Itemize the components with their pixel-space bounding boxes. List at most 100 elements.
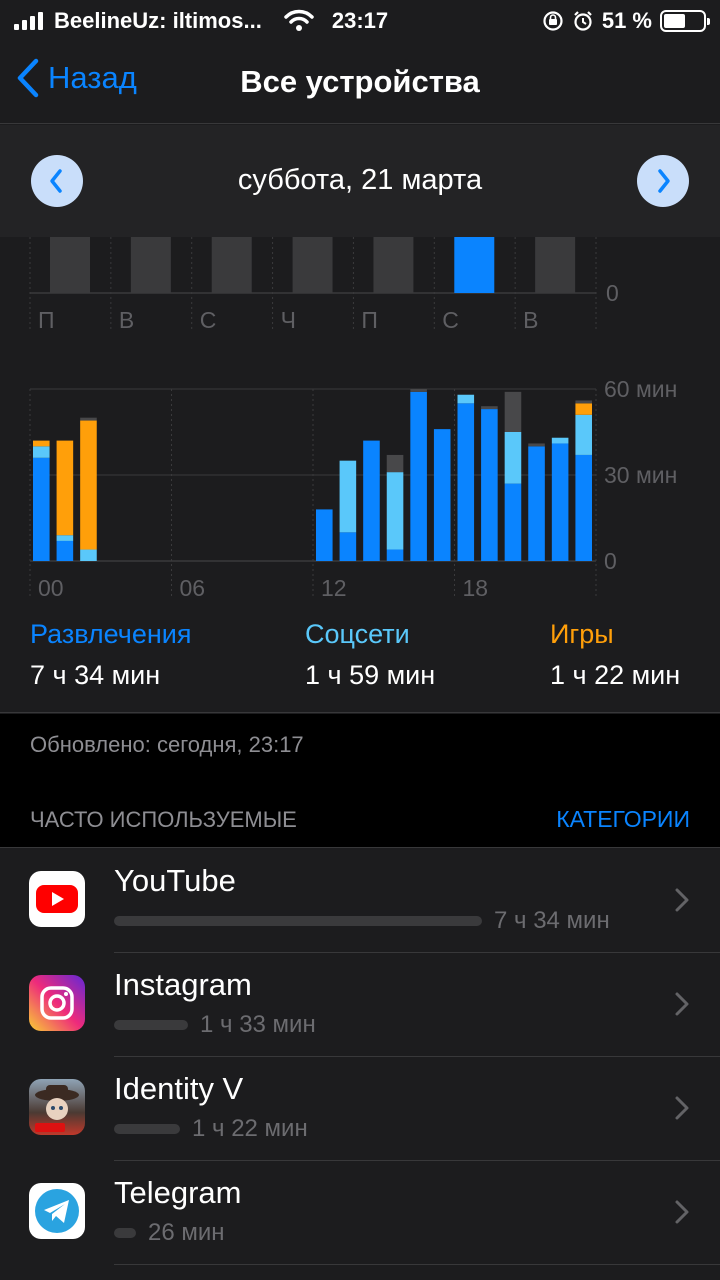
hour-x-tick: 18 xyxy=(463,575,489,601)
status-right-group: 51 % xyxy=(542,8,710,34)
section-header: ЧАСТО ИСПОЛЬЗУЕМЫЕ xyxy=(30,807,297,832)
app-row-telegram[interactable]: Telegram 26 мин xyxy=(0,1161,720,1265)
app-name: YouTube xyxy=(114,863,236,898)
status-bar: BeelineUz: iltimos... 23:17 51 % xyxy=(0,0,720,40)
week-bar xyxy=(292,237,333,293)
hour-bar-segment xyxy=(56,540,74,561)
divider xyxy=(114,1264,720,1265)
usage-time: 1 ч 22 мин xyxy=(192,1115,308,1142)
telegram-icon xyxy=(29,1183,85,1239)
usage-indicator: 26 мин xyxy=(114,1219,225,1247)
hour-bar-segment xyxy=(33,440,50,447)
week-day-label: Ч xyxy=(281,307,296,333)
hour-bar-segment xyxy=(386,454,404,473)
category-games[interactable]: Игры 1 ч 22 мин xyxy=(550,619,680,691)
category-value: 1 ч 22 мин xyxy=(550,660,681,690)
hour-bar-segment xyxy=(386,549,404,561)
hour-x-tick: 12 xyxy=(321,575,347,601)
app-name: Identity V xyxy=(114,1071,244,1106)
updated-section: Обновлено: сегодня, 23:17 ЧАСТО ИСПОЛЬЗУ… xyxy=(0,714,720,848)
usage-time: 1 ч 33 мин xyxy=(200,1011,316,1038)
hour-bar-segment xyxy=(80,420,97,550)
instagram-icon xyxy=(29,975,85,1031)
hour-x-tick: 06 xyxy=(180,575,206,601)
hour-bar-segment xyxy=(80,417,97,421)
category-entertainment[interactable]: Развлечения 7 ч 34 мин xyxy=(30,619,192,691)
hour-bar-segment xyxy=(410,391,427,561)
week-bar xyxy=(373,237,414,293)
usage-bar xyxy=(114,916,482,926)
hour-y-tick: 60 мин xyxy=(604,376,677,402)
week-day-label: П xyxy=(38,307,55,333)
app-list: YouTube 7 ч 34 мин Instagram 1 ч 33 мин xyxy=(0,849,720,1280)
hour-x-tick: 00 xyxy=(38,575,64,601)
hour-bar-segment xyxy=(363,440,380,561)
hour-bar-segment xyxy=(339,532,357,561)
hour-bar-segment xyxy=(575,414,592,455)
usage-time: 7 ч 34 мин xyxy=(494,907,610,934)
app-row-instagram[interactable]: Instagram 1 ч 33 мин xyxy=(0,953,720,1057)
usage-bar xyxy=(114,1228,136,1238)
category-name: Игры xyxy=(550,619,614,649)
week-day-label: В xyxy=(523,307,538,333)
usage-time: 26 мин xyxy=(148,1219,225,1246)
category-value: 1 ч 59 мин xyxy=(305,660,436,690)
hour-bar-segment xyxy=(481,406,498,410)
hour-bar-segment xyxy=(410,389,427,392)
hour-bar-segment xyxy=(457,403,475,561)
usage-indicator: 1 ч 33 мин xyxy=(114,1011,316,1039)
hour-y-tick: 0 xyxy=(604,548,617,574)
date-navigator: суббота, 21 марта xyxy=(0,125,720,237)
hour-bar-segment xyxy=(575,403,592,415)
hour-bar-segment xyxy=(386,472,404,550)
app-row-youtube[interactable]: YouTube 7 ч 34 мин xyxy=(0,849,720,953)
page-title: Все устройства xyxy=(240,64,480,99)
week-bar xyxy=(130,237,171,293)
next-day-button[interactable] xyxy=(637,155,689,207)
hour-bar-segment xyxy=(528,446,545,561)
categories-link[interactable]: КАТЕГОРИИ xyxy=(556,806,690,833)
hour-bar-segment xyxy=(551,437,569,444)
hour-bar-segment xyxy=(33,446,50,458)
chevron-right-icon xyxy=(675,1200,689,1224)
hour-bar-segment xyxy=(56,535,74,541)
battery-icon xyxy=(660,10,710,32)
week-y-tick: 0 xyxy=(606,280,619,306)
chevron-right-icon xyxy=(675,992,689,1016)
hour-bar-segment xyxy=(56,440,74,536)
hour-bar-segment xyxy=(339,460,357,533)
alarm-icon xyxy=(574,11,592,31)
hour-bar-segment xyxy=(316,509,333,561)
hour-y-tick: 30 мин xyxy=(604,462,677,488)
hour-bar-segment xyxy=(457,394,475,404)
orientation-lock-icon xyxy=(543,11,563,31)
usage-charts: П В С Ч П С В 0 60 мин 30 мин 0 00 06 12 18 Развлечени… xyxy=(0,237,720,713)
chevron-right-icon xyxy=(675,1096,689,1120)
hour-bar-segment xyxy=(80,549,97,561)
hour-bar-segment xyxy=(504,391,522,432)
hour-bar-segment xyxy=(504,483,522,561)
battery-percent: 51 % xyxy=(601,8,652,33)
week-day-label: П xyxy=(361,307,378,333)
app-name: Instagram xyxy=(114,967,252,1002)
hour-bar-segment xyxy=(575,400,592,404)
hour-bar-segment xyxy=(551,443,569,561)
category-name: Соцсети xyxy=(305,619,410,649)
week-bar xyxy=(454,237,495,293)
chevron-right-icon xyxy=(658,169,670,193)
week-day-label: С xyxy=(442,307,459,333)
updated-label: Обновлено: сегодня, 23:17 xyxy=(30,732,304,757)
charts-canvas: П В С Ч П С В060 мин30 мин000 06 12 18 xyxy=(29,237,677,601)
category-social[interactable]: Соцсети 1 ч 59 мин xyxy=(305,619,435,691)
hour-bar-segment xyxy=(528,443,545,447)
usage-indicator: 1 ч 22 мин xyxy=(114,1115,308,1143)
nav-bar: Назад Все устройства xyxy=(0,40,720,124)
app-row-identity-v[interactable]: Identity V 1 ч 22 мин xyxy=(0,1057,720,1161)
date-label: суббота, 21 марта xyxy=(237,164,483,196)
usage-bar xyxy=(114,1124,180,1134)
category-totals: Развлечения 7 ч 34 мин Соцсети 1 ч 59 ми… xyxy=(0,619,720,699)
app-name: Telegram xyxy=(114,1175,242,1210)
usage-indicator: 7 ч 34 мин xyxy=(114,907,610,935)
week-bar xyxy=(50,237,90,293)
category-value: 7 ч 34 мин xyxy=(30,660,161,690)
